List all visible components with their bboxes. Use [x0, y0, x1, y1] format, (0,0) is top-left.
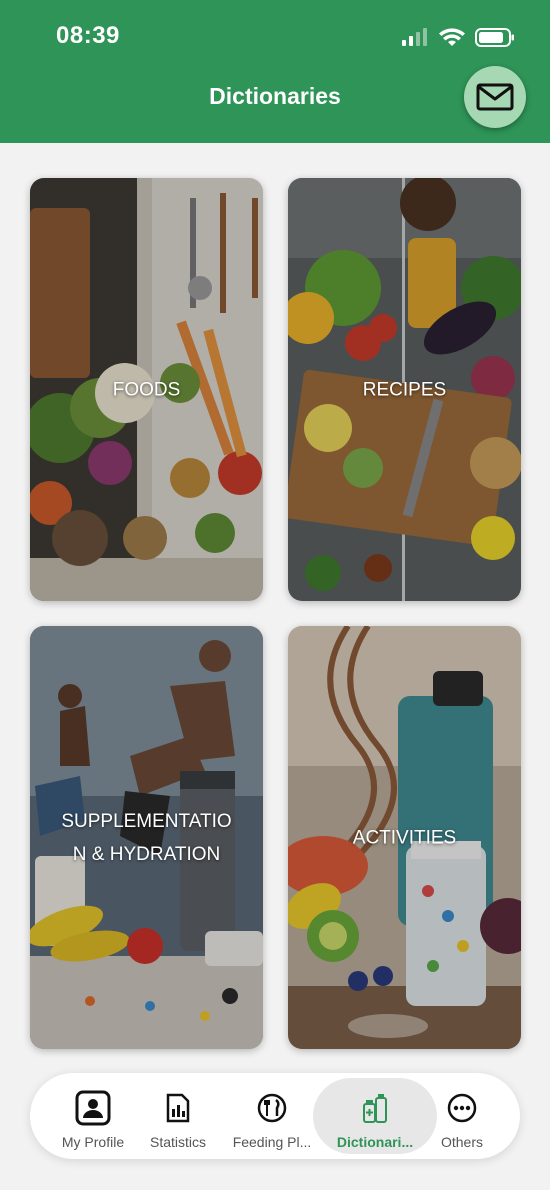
tab-label: Others — [440, 1134, 483, 1150]
status-time: 08:39 — [56, 22, 120, 49]
cutlery-icon — [257, 1093, 287, 1123]
tab-feeding-plan[interactable]: Feeding Pl... — [224, 1073, 320, 1159]
tab-label: Feeding Pl... — [232, 1134, 312, 1150]
card-label-activities: ACTIVITIES — [352, 827, 457, 848]
tab-dictionaries[interactable]: Dictionari... — [313, 1078, 437, 1154]
bottles-icon — [363, 1094, 387, 1123]
tab-label: Statistics — [149, 1134, 206, 1150]
dictionary-card-supplementation[interactable]: SUPPLEMENTATION & HYDRATION — [30, 626, 263, 1049]
tab-label: My Profile — [61, 1134, 125, 1150]
tab-my-profile[interactable]: My Profile — [48, 1073, 138, 1159]
tab-label: Dictionari... — [336, 1134, 414, 1150]
statistics-icon — [166, 1093, 190, 1123]
card-label-supplementation: SUPPLEMENTATION & HYDRATION — [61, 810, 232, 865]
messages-button[interactable] — [464, 66, 526, 128]
mail-icon — [476, 83, 514, 111]
cellular-signal-icon — [402, 28, 427, 46]
tab-statistics[interactable]: Statistics — [138, 1073, 218, 1159]
dictionary-card-foods[interactable]: FOODS — [30, 178, 263, 601]
dictionary-card-recipes[interactable]: RECIPES — [288, 178, 521, 601]
card-label-foods: FOODS — [112, 379, 181, 400]
profile-icon — [75, 1090, 111, 1126]
battery-icon — [475, 28, 514, 47]
tab-others[interactable]: Others — [434, 1073, 490, 1159]
bottom-tab-bar: My Profile Statistics Feeding Pl... Dict… — [30, 1073, 520, 1159]
status-icons — [402, 28, 514, 47]
app-header: 08:39 Dictionaries — [0, 0, 550, 143]
dictionary-card-activities[interactable]: ACTIVITIES — [288, 626, 521, 1049]
wifi-icon — [439, 28, 465, 46]
card-label-recipes: RECIPES — [362, 379, 447, 400]
more-icon — [447, 1093, 477, 1123]
